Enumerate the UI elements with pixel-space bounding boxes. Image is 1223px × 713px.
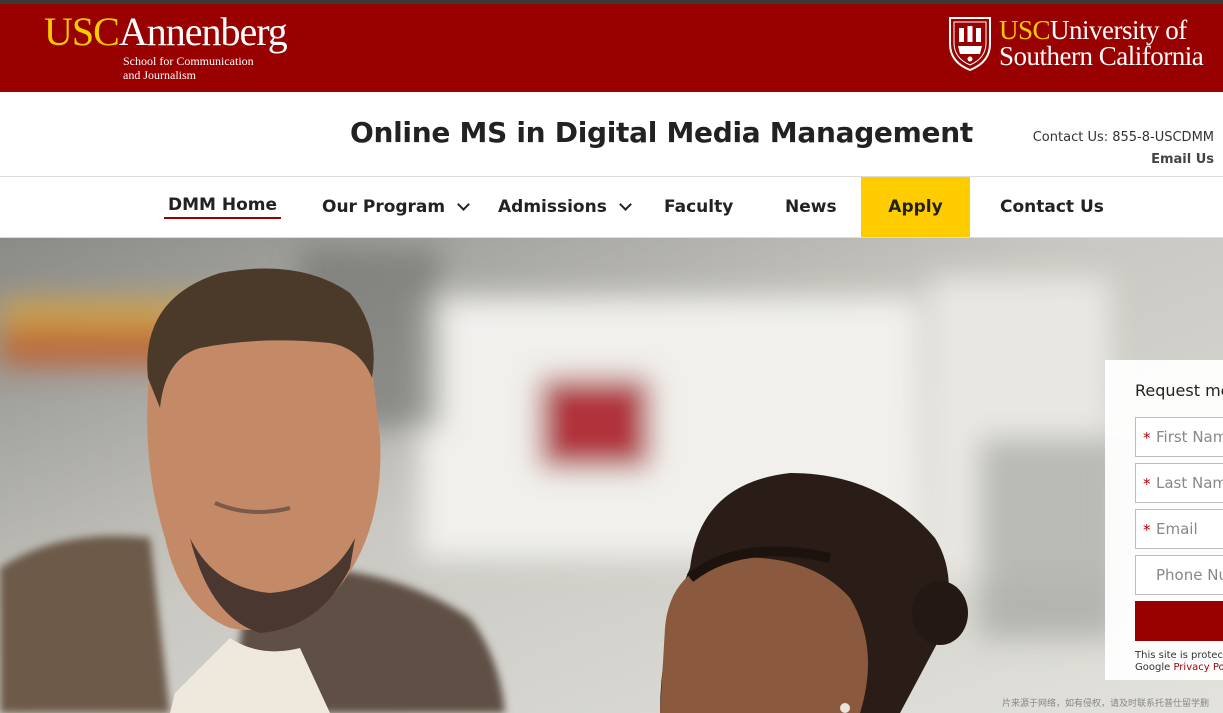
annenberg-logo-name: Annenberg: [118, 9, 288, 54]
nav-apply-button[interactable]: Apply: [861, 177, 970, 237]
first-name-placeholder: First Nam: [1156, 428, 1223, 446]
last-name-field[interactable]: * Last Nam: [1135, 463, 1223, 503]
recaptcha-line2-prefix: Google: [1135, 662, 1174, 673]
recaptcha-line1: This site is protect: [1135, 650, 1223, 661]
submit-button[interactable]: [1135, 601, 1223, 641]
email-us-link[interactable]: Email Us: [1033, 149, 1214, 171]
usc-seal-icon: [949, 17, 991, 72]
annenberg-logo[interactable]: USCAnnenberg School for Communication an…: [44, 9, 288, 83]
annenberg-logo-subtitle-2: and Journalism: [123, 68, 196, 82]
nav-apply-label: Apply: [888, 197, 943, 217]
email-field[interactable]: * Email: [1135, 509, 1223, 549]
nav-our-program[interactable]: Our Program: [322, 177, 470, 237]
nav-contact-us[interactable]: Contact Us: [1000, 177, 1104, 237]
nav-dmm-home-label: DMM Home: [164, 195, 282, 219]
annenberg-logo-subtitle-1: School for Communication: [123, 54, 254, 68]
last-name-placeholder: Last Nam: [1156, 474, 1223, 492]
nav-admissions-label: Admissions: [498, 197, 607, 217]
nav-faculty[interactable]: Faculty: [664, 177, 733, 237]
phone-field[interactable]: Phone Nu: [1135, 555, 1223, 595]
hero-image: [0, 238, 1223, 713]
required-marker: *: [1143, 475, 1151, 493]
privacy-policy-link[interactable]: Privacy Pol: [1173, 662, 1223, 673]
usc-university-logo[interactable]: USCUniversity of Southern California: [947, 14, 1204, 72]
contact-phone-link[interactable]: Contact Us: 855-8-USCDMM: [1033, 127, 1214, 149]
nav-news[interactable]: News: [785, 177, 837, 237]
page-title: Online MS in Digital Media Management: [350, 116, 973, 149]
image-watermark: 片来源于网络，如有侵权，请及时联系托普仕留学删: [1002, 699, 1210, 709]
chevron-down-icon: [457, 198, 470, 211]
email-placeholder: Email: [1156, 520, 1198, 538]
phone-placeholder: Phone Nu: [1156, 566, 1223, 584]
usc-banner: USCAnnenberg School for Communication an…: [0, 4, 1223, 92]
nav-dmm-home[interactable]: DMM Home: [164, 177, 282, 237]
nav-news-label: News: [785, 197, 837, 217]
required-marker: *: [1143, 429, 1151, 447]
annenberg-logo-usc: USC: [44, 9, 120, 54]
nav-contact-us-label: Contact Us: [1000, 197, 1104, 217]
nav-our-program-label: Our Program: [322, 197, 446, 217]
recaptcha-notice: This site is protect Google Privacy Pol: [1135, 650, 1223, 674]
nav-admissions[interactable]: Admissions: [498, 177, 632, 237]
required-marker: *: [1143, 521, 1151, 539]
chevron-down-icon: [618, 198, 632, 211]
form-title: Request me: [1135, 381, 1223, 400]
first-name-field[interactable]: * First Nam: [1135, 417, 1223, 457]
usc-logo-line2: Southern California: [999, 41, 1204, 71]
nav-faculty-label: Faculty: [664, 197, 734, 217]
contact-block: Contact Us: 855-8-USCDMM Email Us: [1033, 127, 1214, 171]
